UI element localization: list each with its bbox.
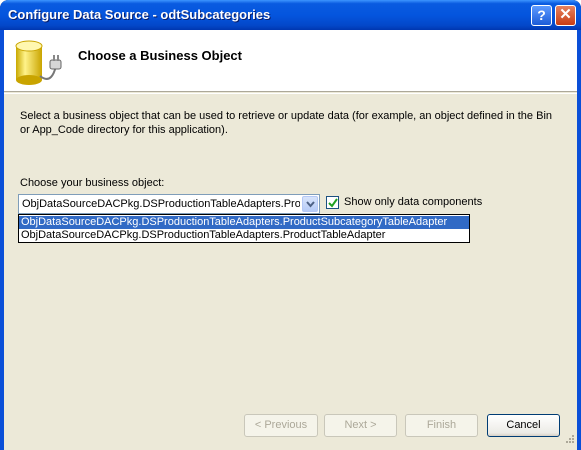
resize-grip-icon[interactable] xyxy=(563,434,575,446)
page-title: Choose a Business Object xyxy=(78,48,242,63)
window-frame-right xyxy=(577,30,581,450)
business-object-dropdown-list: ObjDataSourceDACPkg.DSProductionTableAda… xyxy=(18,214,470,243)
dialog-client-area: Choose a Business Object Select a busine… xyxy=(4,30,577,450)
wizard-header: Choose a Business Object xyxy=(4,30,577,92)
next-button[interactable]: Next > xyxy=(324,414,397,437)
description-text: Select a business object that can be use… xyxy=(20,110,553,136)
title-bar[interactable]: Configure Data Source - odtSubcategories… xyxy=(0,0,581,30)
dropdown-option[interactable]: ObjDataSourceDACPkg.DSProductionTableAda… xyxy=(19,216,469,229)
business-object-selected-value: ObjDataSourceDACPkg.DSProductionTableAda… xyxy=(22,198,300,210)
header-divider xyxy=(4,93,577,94)
cancel-button[interactable]: Cancel xyxy=(487,414,560,437)
chevron-down-icon xyxy=(306,201,315,208)
help-button[interactable]: ? xyxy=(531,5,552,26)
show-only-data-components-checkbox[interactable] xyxy=(326,196,339,209)
previous-button[interactable]: < Previous xyxy=(244,414,318,437)
window-title: Configure Data Source - odtSubcategories xyxy=(8,7,271,22)
dropdown-arrow-button[interactable] xyxy=(302,196,318,212)
business-object-label: Choose your business object: xyxy=(20,177,165,189)
close-button[interactable]: ✕ xyxy=(555,5,576,26)
dropdown-option[interactable]: ObjDataSourceDACPkg.DSProductionTableAda… xyxy=(19,229,469,242)
business-object-combobox[interactable]: ObjDataSourceDACPkg.DSProductionTableAda… xyxy=(18,194,320,214)
show-only-data-components-label[interactable]: Show only data components xyxy=(344,196,482,208)
dialog-window: Configure Data Source - odtSubcategories… xyxy=(0,0,581,450)
checkmark-icon xyxy=(328,198,338,208)
finish-button[interactable]: Finish xyxy=(405,414,478,437)
database-plug-icon xyxy=(15,40,62,85)
